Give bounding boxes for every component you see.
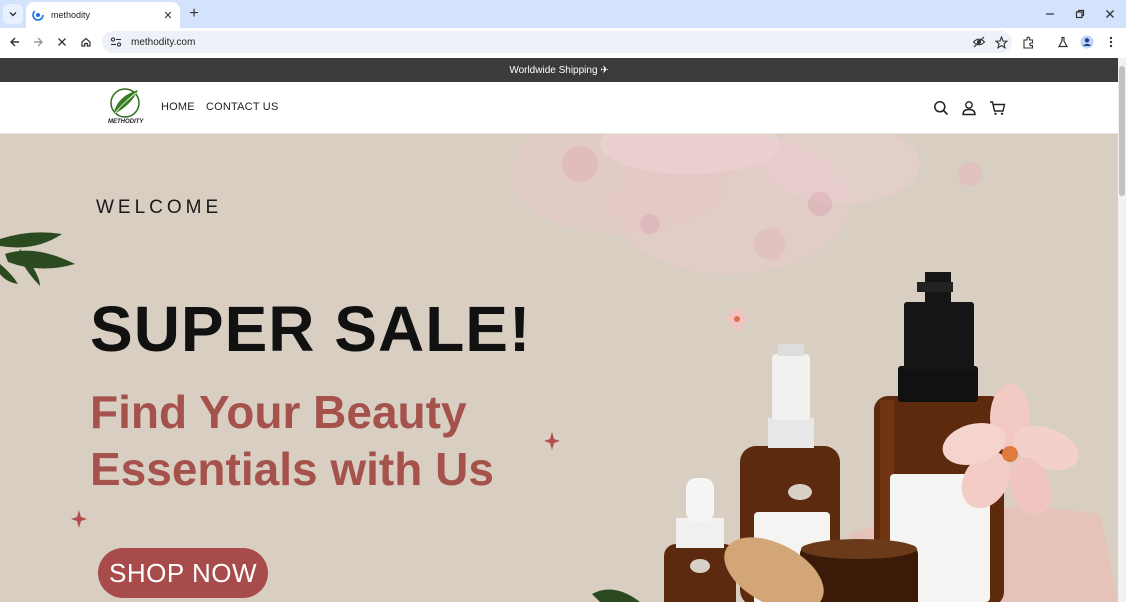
hero-banner: WELCOME SUPER SALE! Find Your Beauty Ess… [0,134,1118,602]
browser-toolbar: methodity.com [0,28,1126,57]
tracking-protection-button[interactable] [968,31,990,53]
restore-button[interactable] [1070,4,1090,24]
home-icon [81,37,91,47]
labs-button[interactable] [1053,32,1073,52]
welcome-text: WELCOME [96,197,223,218]
avatar-icon [1080,35,1094,49]
tab-title: methodity [51,10,91,20]
site-info-icon[interactable] [109,35,123,49]
arrow-right-icon [34,37,43,47]
logo-text: METHODITY [108,119,144,125]
browser-tabstrip: methodity ✕ + [0,0,1126,28]
tab-close-icon[interactable]: ✕ [160,7,176,23]
home-button[interactable] [76,32,96,52]
extensions-button[interactable] [1018,32,1038,52]
cart-icon [989,101,1005,115]
restore-icon [1075,9,1085,19]
loading-favicon-icon [32,9,44,21]
star-icon [994,35,1008,49]
search-button[interactable] [931,98,951,118]
back-button[interactable] [5,32,25,52]
subheading-line-2: Essentials with Us [90,443,494,495]
subheading-line-1: Find Your Beauty [90,386,467,438]
hero-subheading: Find Your Beauty Essentials with Us [90,384,494,498]
dropper-bottle [664,478,736,602]
profile-button[interactable] [1077,32,1097,52]
address-bar[interactable]: methodity.com [102,31,1012,53]
nav-contact-link[interactable]: CONTACT US [206,101,279,113]
close-icon [58,38,66,46]
leaf-branch-left [0,232,75,286]
more-vertical-icon [1109,36,1113,48]
chevron-down-icon [9,12,17,17]
new-tab-button[interactable]: + [184,4,204,24]
shop-now-button[interactable]: SHOP NOW [98,548,268,598]
account-button[interactable] [959,98,979,118]
watercolor-flowers [510,134,982,274]
sale-headline: SUPER SALE! [90,293,532,365]
arrow-left-icon [10,37,19,47]
minimize-icon [1046,13,1054,15]
sparkle-1 [544,432,560,450]
minimize-button[interactable] [1040,4,1060,24]
search-icon [934,101,949,116]
flask-icon [1057,36,1069,48]
bookmark-button[interactable] [990,31,1012,53]
leaf-bottom [592,589,640,602]
announcement-bar: Worldwide Shipping ✈ [0,58,1118,82]
puzzle-icon [1022,36,1033,49]
url-text[interactable]: methodity.com [131,37,968,48]
browser-menu-button[interactable] [1101,32,1121,52]
forward-button[interactable] [28,32,48,52]
nav-home-link[interactable]: HOME [161,101,195,113]
sparkle-2 [71,510,87,528]
close-window-button[interactable] [1100,4,1120,24]
site-header: METHODITY HOME CONTACT US [0,82,1118,134]
user-icon [962,101,976,116]
scrollbar-thumb[interactable] [1119,66,1125,196]
small-flower [726,308,748,330]
close-icon [1106,10,1114,18]
page-scrollbar[interactable] [1118,58,1126,602]
stop-loading-button[interactable] [52,32,72,52]
web-page: Worldwide Shipping ✈ METHODITY HOME CONT… [0,58,1118,602]
tab-search-button[interactable] [3,4,23,24]
eye-off-icon [972,36,986,48]
cart-button[interactable] [987,98,1007,118]
browser-tab-active[interactable]: methodity ✕ [26,2,180,28]
